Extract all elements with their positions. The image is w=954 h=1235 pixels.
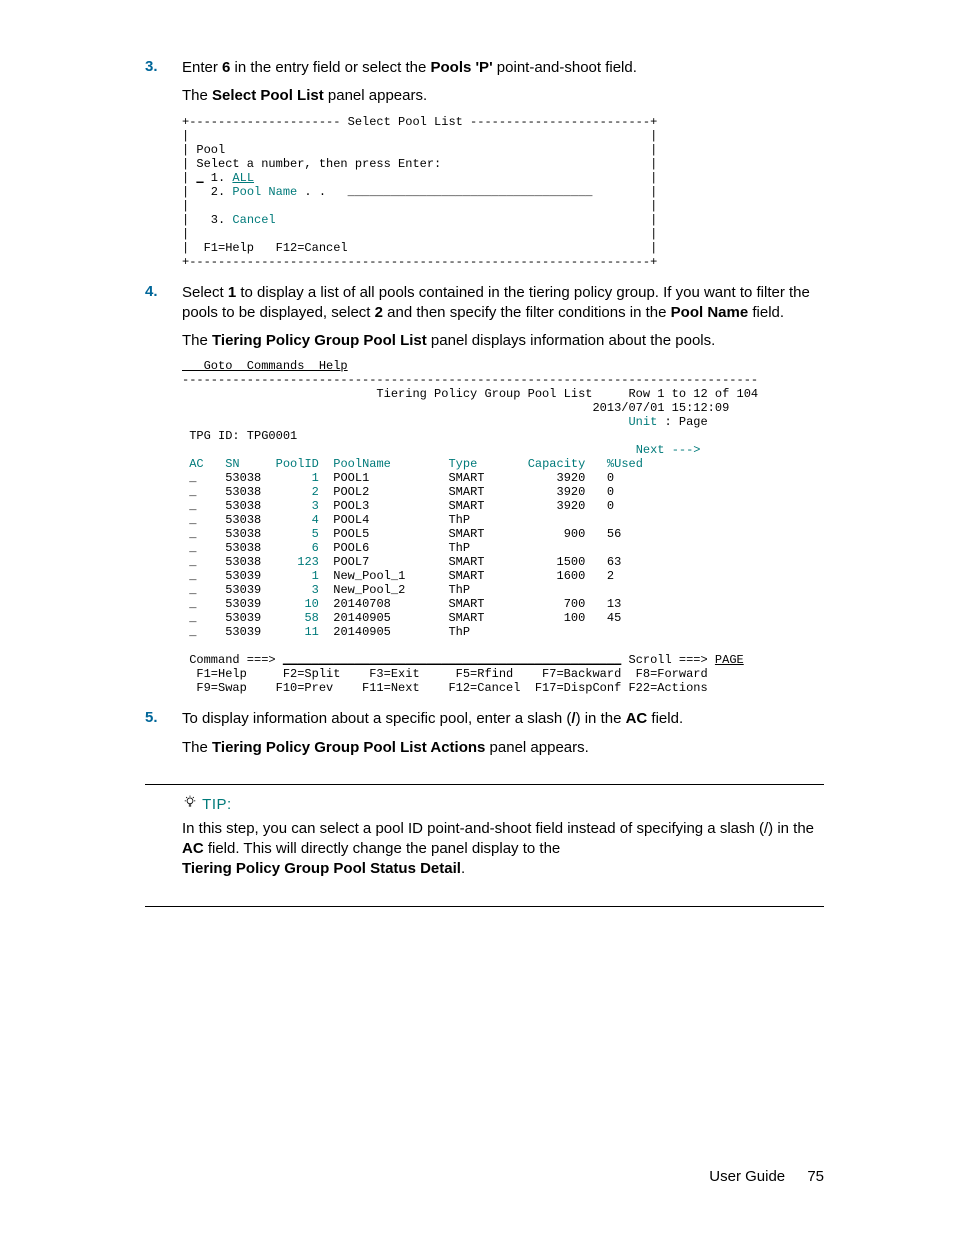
step-text: Select 1 to display a list of all pools …	[182, 283, 824, 324]
step-5: 5. To display information about a specif…	[145, 709, 824, 758]
page-number: 75	[807, 1168, 824, 1185]
page-footer: User Guide 75	[709, 1168, 824, 1185]
tip-label: TIP:	[202, 796, 232, 813]
step-number: 5.	[145, 709, 158, 726]
footer-label: User Guide	[709, 1168, 785, 1185]
step-subtext: The Tiering Policy Group Pool List Actio…	[182, 738, 824, 758]
lightbulb-icon	[182, 795, 198, 813]
step-3: 3. Enter 6 in the entry field or select …	[145, 58, 824, 269]
step-text: To display information about a specific …	[182, 709, 824, 729]
step-4: 4. Select 1 to display a list of all poo…	[145, 283, 824, 696]
tip-heading: TIP:	[145, 795, 824, 813]
step-subtext: The Tiering Policy Group Pool List panel…	[182, 331, 824, 351]
step-number: 4.	[145, 283, 158, 300]
step-text: Enter 6 in the entry field or select the…	[182, 58, 824, 78]
divider	[145, 906, 824, 907]
step-number: 3.	[145, 58, 158, 75]
select-pool-list-panel: +--------------------- Select Pool List …	[182, 115, 824, 269]
tip-body: In this step, you can select a pool ID p…	[145, 819, 824, 880]
step-subtext: The Select Pool List panel appears.	[182, 86, 824, 106]
divider	[145, 784, 824, 785]
pool-list-panel: Goto Commands Help ---------------------…	[182, 359, 824, 695]
